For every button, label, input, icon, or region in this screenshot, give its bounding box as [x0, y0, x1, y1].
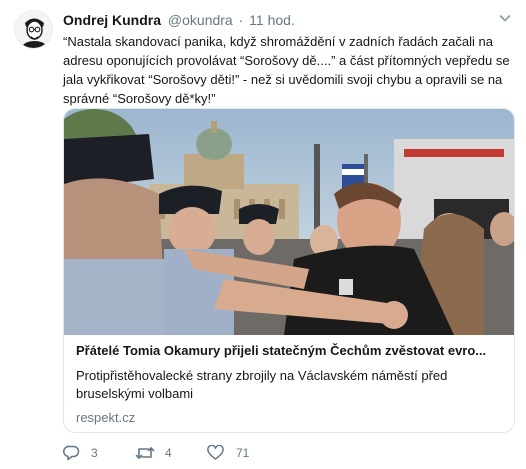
reply-count: 3 — [91, 446, 98, 460]
heart-icon — [207, 445, 224, 460]
retweet-count: 4 — [165, 446, 172, 460]
retweet-icon — [135, 447, 155, 459]
card-title[interactable]: Přátelé Tomia Okamury přijeli statečným … — [76, 342, 504, 360]
link-card[interactable]: Přátelé Tomia Okamury přijeli statečným … — [63, 108, 515, 433]
reply-button[interactable]: 3 — [63, 443, 98, 463]
author-name[interactable]: Ondrej Kundra — [63, 12, 161, 28]
card-body: Přátelé Tomia Okamury přijeli statečným … — [76, 342, 504, 426]
avatar[interactable] — [14, 10, 53, 49]
header-separator: · — [238, 12, 244, 28]
author-handle[interactable]: @okundra — [168, 12, 233, 28]
like-count: 71 — [236, 446, 250, 460]
tweet-header: Ondrej Kundra @okundra · 11 hod. — [63, 10, 515, 30]
tweet-timestamp[interactable]: 11 hod. — [249, 12, 295, 28]
tweet-text: “Nastala skandovací panika, když shromáž… — [63, 34, 510, 106]
tweet-content: Ondrej Kundra @okundra · 11 hod. “Nastal… — [63, 10, 515, 433]
chevron-down-icon[interactable] — [497, 10, 513, 26]
like-button[interactable]: 71 — [207, 443, 249, 463]
tweet-actions: 3 4 71 — [63, 443, 363, 463]
reply-icon — [63, 445, 80, 461]
card-image — [64, 109, 514, 335]
card-description: Protipřistěhovalecké strany zbrojily na … — [76, 368, 448, 401]
avatar-portrait-icon — [15, 11, 52, 48]
retweet-button[interactable]: 4 — [135, 443, 172, 463]
card-domain: respekt.cz — [76, 410, 136, 425]
